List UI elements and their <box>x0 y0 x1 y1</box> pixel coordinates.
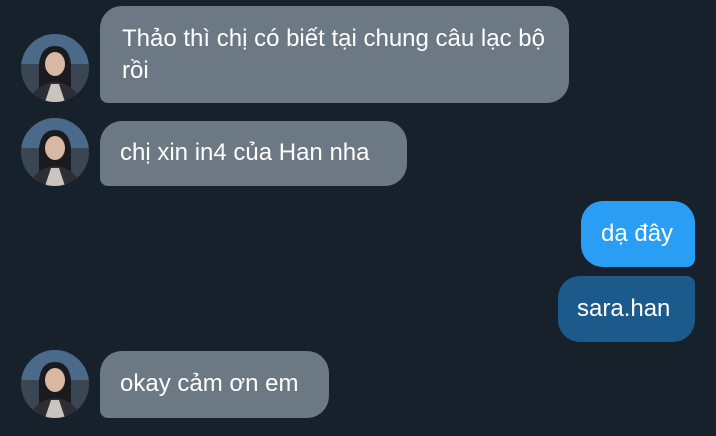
chat-messages: Thảo thì chị có biết tại chung câu lạc b… <box>0 0 716 436</box>
contact-avatar[interactable] <box>21 34 89 102</box>
message-bubble-incoming[interactable]: okay cảm ơn em <box>100 351 329 418</box>
contact-avatar[interactable] <box>21 118 89 186</box>
message-bubble-outgoing[interactable]: dạ đây <box>581 201 695 267</box>
contact-avatar[interactable] <box>21 350 89 418</box>
message-bubble-incoming[interactable]: chị xin in4 của Han nha <box>100 121 407 186</box>
avatar-photo-icon <box>21 118 89 186</box>
avatar-photo-icon <box>21 34 89 102</box>
message-text: Thảo thì chị có biết tại chung câu lạc b… <box>122 25 545 84</box>
message-text: chị xin in4 của Han nha <box>120 139 370 166</box>
message-text: okay cảm ơn em <box>120 370 299 397</box>
message-text: dạ đây <box>601 220 674 247</box>
message-bubble-outgoing[interactable]: sara.han <box>558 276 695 342</box>
message-text: sara.han <box>577 295 671 322</box>
message-bubble-incoming[interactable]: Thảo thì chị có biết tại chung câu lạc b… <box>100 6 569 103</box>
avatar-photo-icon <box>21 350 89 418</box>
